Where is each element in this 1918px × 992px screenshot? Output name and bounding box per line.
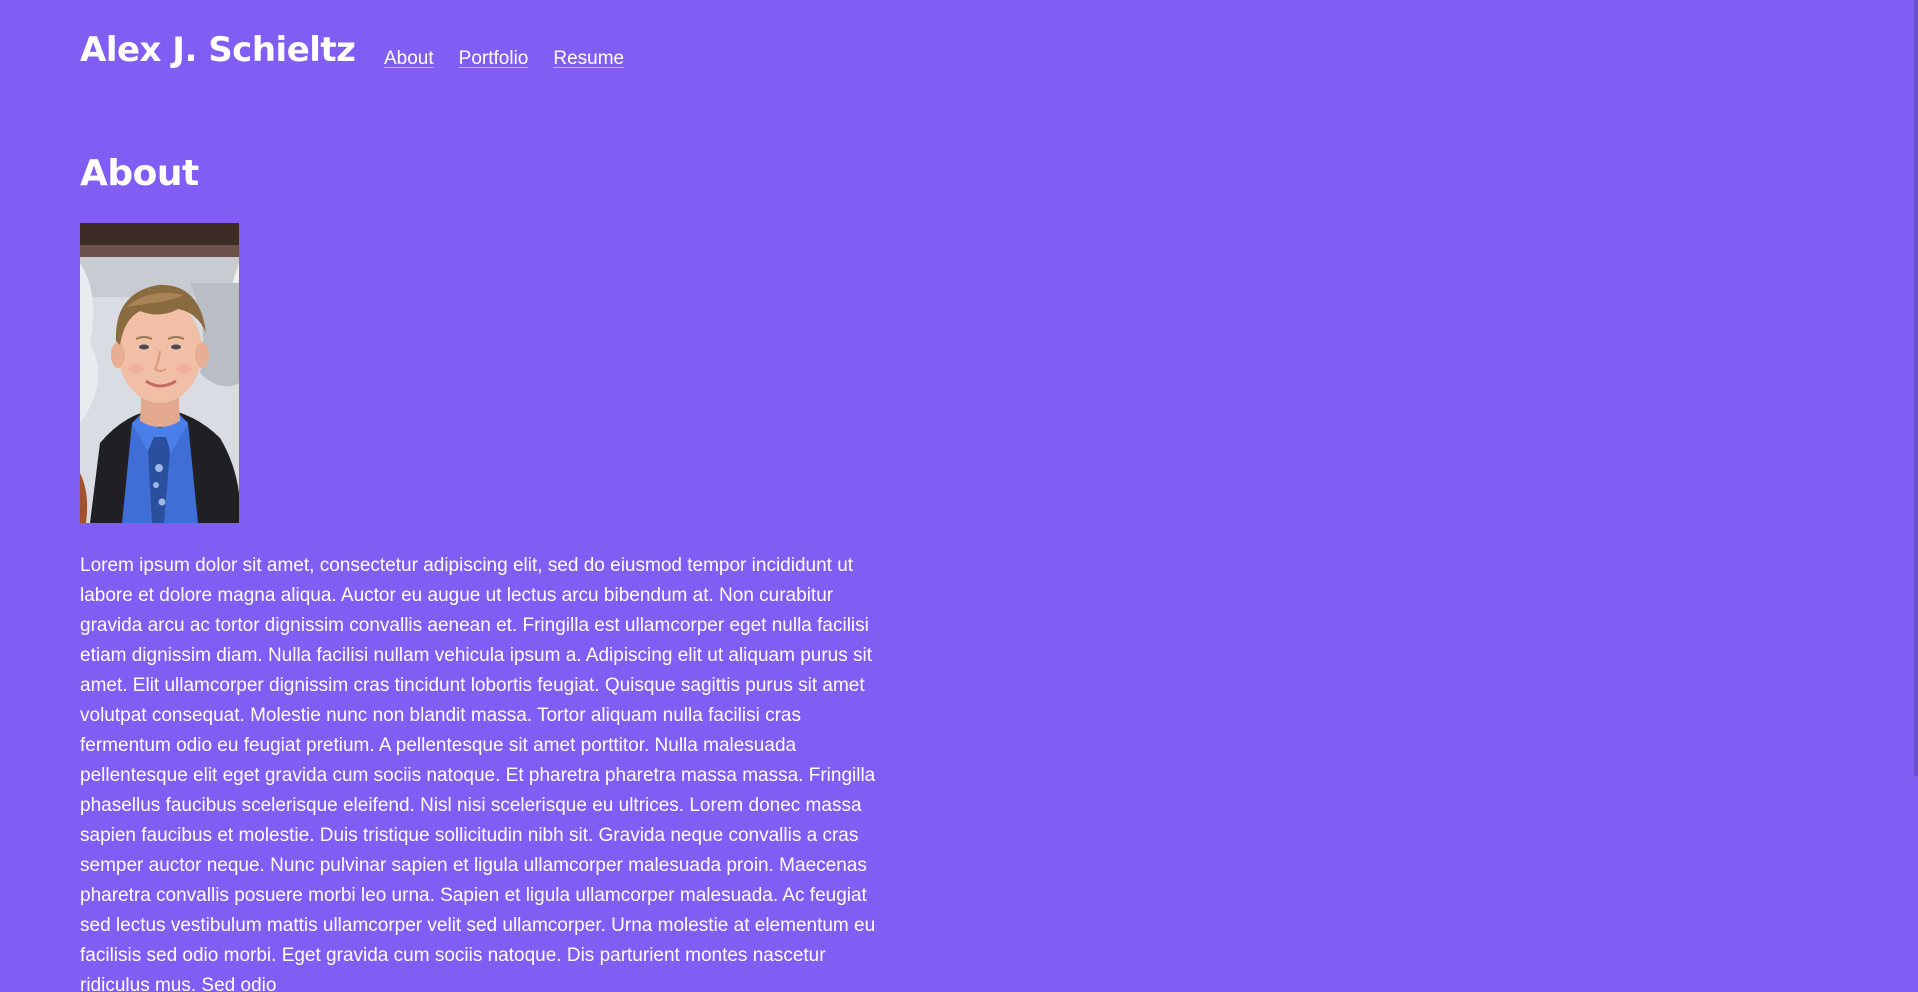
profile-photo [80, 223, 239, 523]
nav-link-resume[interactable]: Resume [553, 46, 624, 72]
bio-paragraph: Lorem ipsum dolor sit amet, consectetur … [80, 555, 876, 992]
site-title: Alex J. Schieltz [80, 30, 356, 70]
main-nav: About Portfolio Resume [384, 46, 624, 72]
nav-link-portfolio[interactable]: Portfolio [459, 46, 529, 72]
page-title: About [80, 153, 199, 194]
page-scrollbar[interactable] [1914, 0, 1918, 776]
nav-link-about[interactable]: About [384, 46, 434, 72]
